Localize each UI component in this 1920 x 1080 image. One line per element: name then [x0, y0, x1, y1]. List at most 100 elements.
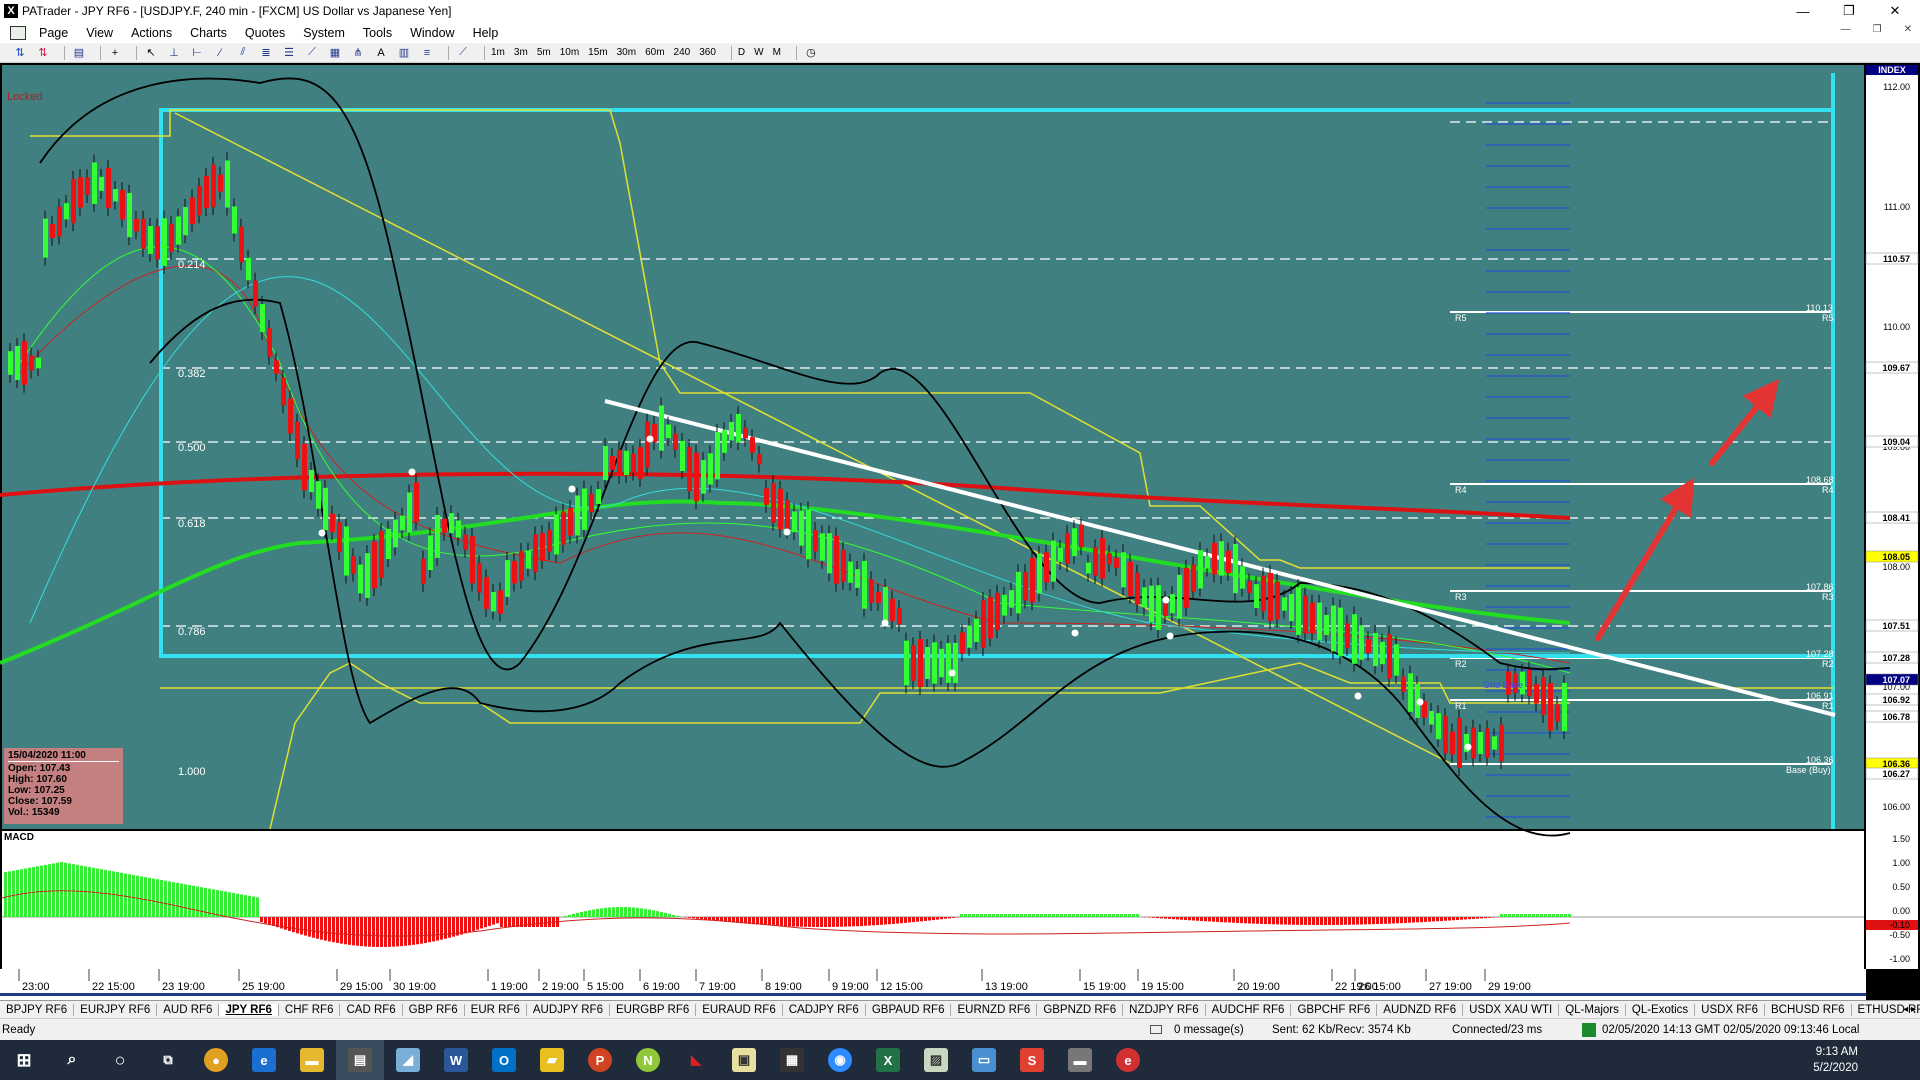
message-icon[interactable]	[1150, 1025, 1162, 1034]
menu-actions[interactable]: Actions	[122, 26, 181, 40]
fib-retracement-icon[interactable]: ≣	[258, 46, 274, 60]
taskbar-patrader[interactable]: ▤	[336, 1040, 384, 1080]
symbol-tab[interactable]: BCHUSD RF6	[1765, 1003, 1852, 1016]
taskbar-chrome[interactable]: ●	[192, 1040, 240, 1080]
symbol-tab[interactable]: GBPCHF RF6	[1291, 1003, 1378, 1016]
timeframe-60m[interactable]: 60m	[645, 47, 664, 58]
taskbar-outlook[interactable]: O	[480, 1040, 528, 1080]
taskbar-app4[interactable]: ▣	[720, 1040, 768, 1080]
fib-extension-icon[interactable]: ☰	[281, 46, 297, 60]
taskbar-app9[interactable]: e	[1104, 1040, 1152, 1080]
fib-fan-icon[interactable]: ⟋	[304, 46, 320, 60]
text-tool-icon[interactable]: A	[373, 46, 389, 60]
close-button[interactable]: ✕	[1872, 0, 1918, 22]
vertical-line-icon[interactable]: ⊢	[189, 46, 205, 60]
symbol-tab[interactable]: CHF RF6	[279, 1003, 341, 1016]
menu-charts[interactable]: Charts	[181, 26, 236, 40]
menu-view[interactable]: View	[77, 26, 122, 40]
menu-quotes[interactable]: Quotes	[236, 26, 294, 40]
timeframe-daily[interactable]: D	[738, 47, 745, 58]
clock-icon[interactable]: ◷	[803, 46, 819, 60]
symbol-tab[interactable]: USDX XAU WTI	[1463, 1003, 1560, 1016]
taskbar-edge[interactable]: e	[240, 1040, 288, 1080]
timeframe-monthly[interactable]: M	[773, 47, 781, 58]
timeframe-15m[interactable]: 15m	[588, 47, 607, 58]
taskbar-excel[interactable]: X	[864, 1040, 912, 1080]
symbol-tab[interactable]: AUD RF6	[157, 1003, 220, 1016]
timeframe-10m[interactable]: 10m	[560, 47, 579, 58]
ruler-icon[interactable]: ▥	[396, 46, 412, 60]
title-bar[interactable]: X PATrader - JPY RF6 - [USDJPY.F, 240 mi…	[0, 0, 1920, 22]
buy-icon[interactable]: ⇅	[12, 46, 28, 60]
taskbar-app[interactable]: ◢	[384, 1040, 432, 1080]
timeframe-1m[interactable]: 1m	[491, 47, 505, 58]
indicator-icon[interactable]: ⟋	[455, 46, 471, 60]
symbol-tab[interactable]: AUDJPY RF6	[527, 1003, 610, 1016]
chart-area[interactable]: Locked 0.214 0.382 0.500 0.618 0.786 1.0…	[0, 63, 1920, 1000]
price-chart[interactable]: Locked 0.214 0.382 0.500 0.618 0.786 1.0…	[0, 63, 1920, 1000]
mdi-restore-icon[interactable]: ❐	[1873, 24, 1882, 35]
symbol-tab[interactable]: USDX RF6	[1695, 1003, 1766, 1016]
symbol-tab[interactable]: CADJPY RF6	[783, 1003, 866, 1016]
symbol-tab[interactable]: GBPAUD RF6	[866, 1003, 952, 1016]
symbol-tab[interactable]: GBPNZD RF6	[1037, 1003, 1124, 1016]
timeframe-240[interactable]: 240	[674, 47, 691, 58]
symbol-tab[interactable]: BPJPY RF6	[0, 1003, 75, 1016]
taskbar-zoom[interactable]: ◉	[816, 1040, 864, 1080]
taskbar-app2[interactable]: N	[624, 1040, 672, 1080]
symbol-tab[interactable]: GBP RF6	[403, 1003, 465, 1016]
channel-icon[interactable]: ⫽	[235, 46, 251, 60]
taskbar-calculator[interactable]: ▦	[768, 1040, 816, 1080]
levels-icon[interactable]: ≡	[419, 46, 435, 60]
taskbar-app5[interactable]: ▨	[912, 1040, 960, 1080]
task-view-button[interactable]: ⧉	[144, 1040, 192, 1080]
taskbar-powerpoint[interactable]: P	[576, 1040, 624, 1080]
start-button[interactable]: ⊞	[0, 1040, 48, 1080]
symbol-tab[interactable]: EURJPY RF6	[74, 1003, 158, 1016]
symbol-tab[interactable]: JPY RF6	[219, 1003, 279, 1016]
symbol-tab[interactable]: EURAUD RF6	[696, 1003, 783, 1016]
taskbar-explorer[interactable]: ▬	[288, 1040, 336, 1080]
andrews-pitchfork-icon[interactable]: ⋔	[350, 46, 366, 60]
symbol-tab[interactable]: AUDNZD RF6	[1377, 1003, 1464, 1016]
timeframe-30m[interactable]: 30m	[617, 47, 636, 58]
taskbar-app8[interactable]: ▬	[1056, 1040, 1104, 1080]
timeframe-weekly[interactable]: W	[754, 47, 763, 58]
menu-tools[interactable]: Tools	[354, 26, 401, 40]
chart-icon[interactable]: ▤	[71, 46, 87, 60]
search-button[interactable]: ⌕	[48, 1040, 96, 1080]
crosshair-icon[interactable]: +	[107, 46, 123, 60]
menu-help[interactable]: Help	[464, 26, 508, 40]
symbol-tab[interactable]: EUR RF6	[465, 1003, 527, 1016]
mdi-minimize-icon[interactable]: —	[1841, 24, 1851, 35]
symbol-tab[interactable]: QL-Majors	[1559, 1003, 1626, 1016]
tab-scroll-arrows-icon[interactable]: ◂ ▸	[1903, 1004, 1916, 1015]
mdi-close-icon[interactable]: ✕	[1904, 24, 1912, 35]
menu-window[interactable]: Window	[401, 26, 463, 40]
symbol-tab[interactable]: NZDJPY RF6	[1123, 1003, 1206, 1016]
symbol-tab[interactable]: EURNZD RF6	[951, 1003, 1038, 1016]
timeframe-3m[interactable]: 3m	[514, 47, 528, 58]
system-tray-clock[interactable]: 9:13 AM 5/2/2020	[1813, 1040, 1858, 1080]
symbol-tab[interactable]: QL-Exotics	[1626, 1003, 1696, 1016]
taskbar-app7[interactable]: S	[1008, 1040, 1056, 1080]
sell-icon[interactable]: ⇅	[35, 46, 51, 60]
maximize-button[interactable]: ❐	[1826, 0, 1872, 22]
taskbar-sticky[interactable]: ▰	[528, 1040, 576, 1080]
symbol-tab[interactable]: AUDCHF RF6	[1206, 1003, 1292, 1016]
timeframe-5m[interactable]: 5m	[537, 47, 551, 58]
cursor-icon[interactable]: ↖	[143, 46, 159, 60]
menu-system[interactable]: System	[294, 26, 354, 40]
taskbar-word[interactable]: W	[432, 1040, 480, 1080]
taskbar-app6[interactable]: ▭	[960, 1040, 1008, 1080]
status-messages[interactable]: 0 message(s)	[1174, 1024, 1272, 1036]
timeframe-360[interactable]: 360	[699, 47, 716, 58]
trendline-icon[interactable]: ⁄	[212, 46, 228, 60]
symbol-tab[interactable]: CAD RF6	[340, 1003, 403, 1016]
taskbar-app3[interactable]: ◣	[672, 1040, 720, 1080]
symbol-tab[interactable]: EURGBP RF6	[610, 1003, 697, 1016]
minimize-button[interactable]: —	[1780, 0, 1826, 22]
horizontal-line-icon[interactable]: ⊥	[166, 46, 182, 60]
menu-page[interactable]: Page	[30, 26, 77, 40]
cortana-button[interactable]: ○	[96, 1040, 144, 1080]
